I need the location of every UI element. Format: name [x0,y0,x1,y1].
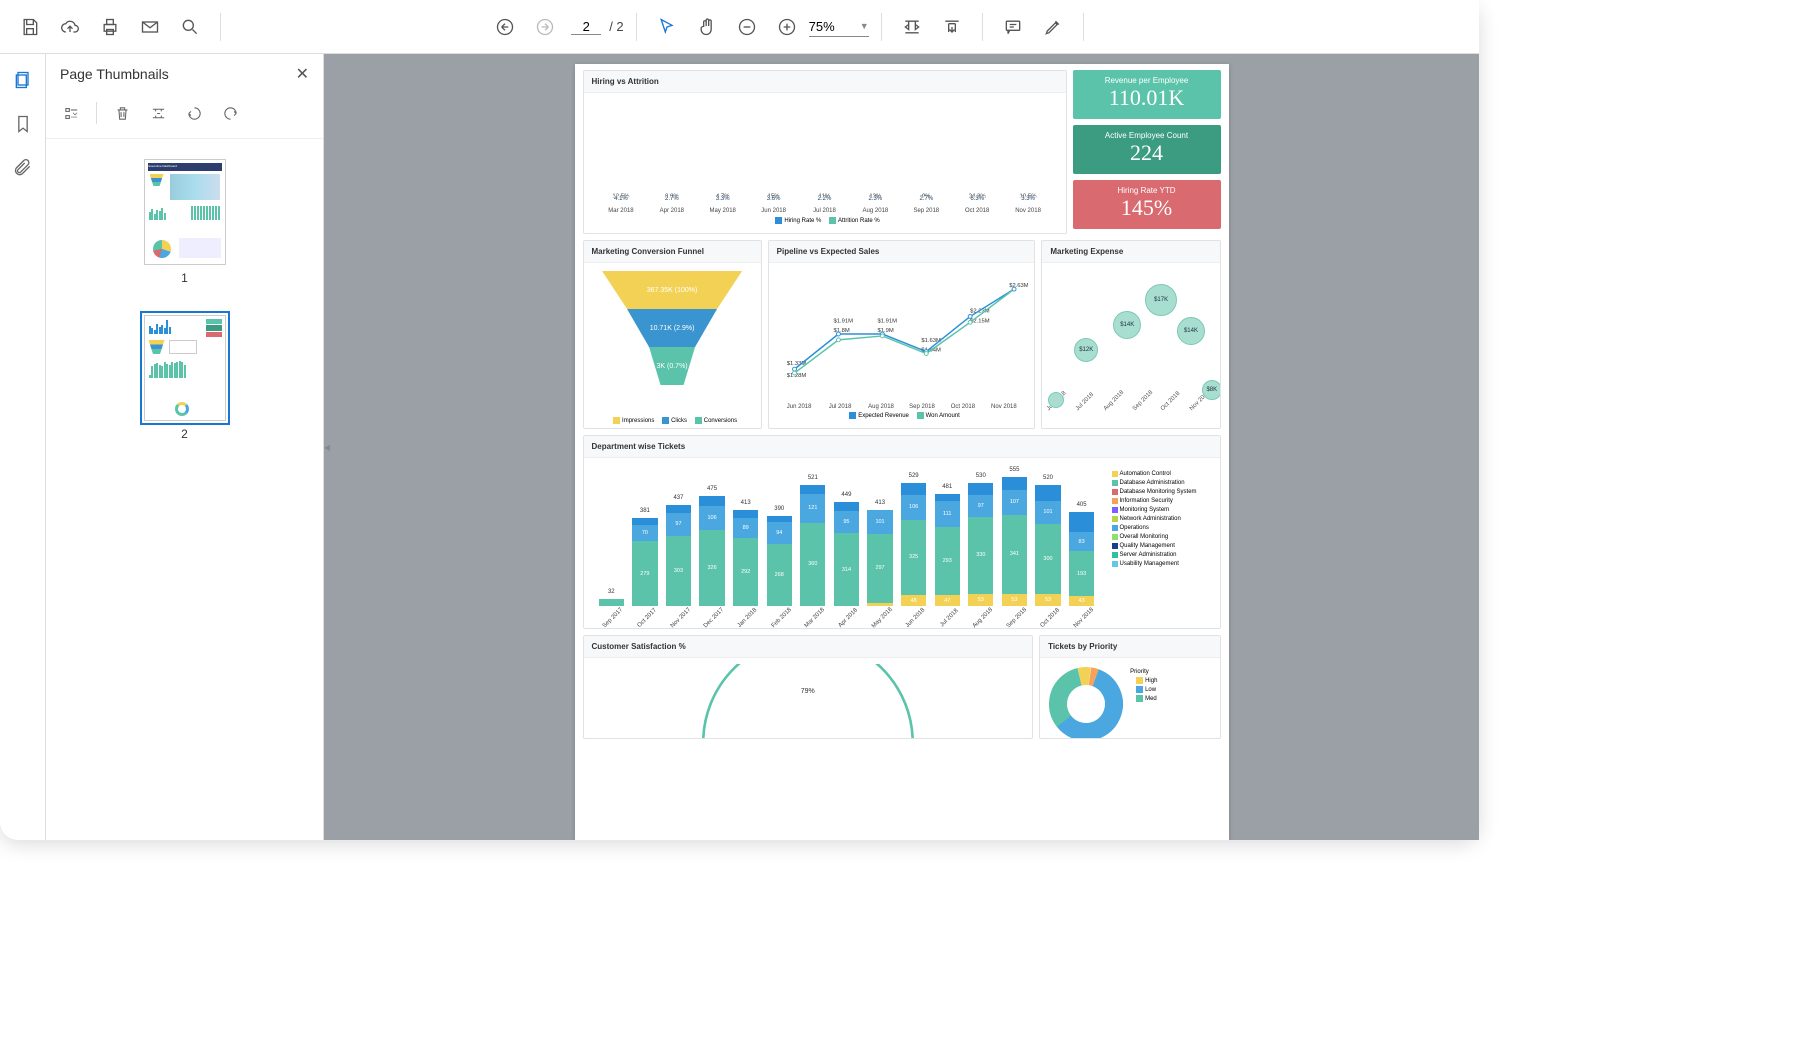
rotate-right-icon[interactable] [215,98,245,128]
divider [881,13,882,41]
document-viewport[interactable]: Hiring vs Attrition 12.5%4.1%Mar 20188.8… [324,54,1479,840]
divider [636,13,637,41]
fit-page-icon[interactable] [934,9,970,45]
zoom-in-icon[interactable] [769,9,805,45]
collapse-panel-icon[interactable] [323,427,331,467]
email-icon[interactable] [132,9,168,45]
search-icon[interactable] [172,9,208,45]
hand-tool-icon[interactable] [689,9,725,45]
kpi-card: Hiring Rate YTD145% [1073,180,1221,229]
widget-title: Tickets by Priority [1040,636,1219,658]
next-page-icon[interactable] [527,9,563,45]
svg-text:$1.91M: $1.91M [833,318,853,324]
side-tabs [0,54,46,840]
page-content: Hiring vs Attrition 12.5%4.1%Mar 20188.8… [575,64,1229,840]
divider [982,13,983,41]
print-icon[interactable] [92,9,128,45]
zoom-select[interactable]: 75%▼ [809,17,869,37]
zoom-out-icon[interactable] [729,9,765,45]
thumbnail-page-2[interactable]: 2 [144,315,226,441]
chart-legend: Hiring Rate % Attrition Rate % [590,214,1060,227]
tickets-priority-widget: Tickets by Priority Priority HighLowMed [1039,635,1220,739]
bookmarks-tab-icon[interactable] [5,106,41,142]
thumbnail-label: 1 [181,271,188,285]
thumbnail-panel-title: Page Thumbnails [60,66,169,82]
comment-icon[interactable] [995,9,1031,45]
marketing-funnel-widget: Marketing Conversion Funnel 367.35K (100… [583,240,762,429]
thumbnail-panel: Page Thumbnails ✕ Executive Dashboard [46,54,324,840]
marketing-expense-widget: Marketing Expense Jun 2018Jul 2018Aug 20… [1041,240,1220,429]
widget-title: Department wise Tickets [584,436,1220,458]
svg-text:$1.91M: $1.91M [877,318,897,324]
pointer-tool-icon[interactable] [649,9,685,45]
widget-title: Customer Satisfaction % [584,636,1033,658]
cloud-upload-icon[interactable] [52,9,88,45]
gauge-chart [677,664,939,738]
cs-value: 79% [801,688,815,695]
toolbar: / 2 75%▼ [0,0,1479,54]
chart-legend: Automation ControlDatabase Administratio… [1102,464,1214,622]
thumbnails-tab-icon[interactable] [5,62,41,98]
widget-title: Marketing Conversion Funnel [584,241,761,263]
prev-page-icon[interactable] [487,9,523,45]
donut-chart [1046,664,1126,739]
kpi-card: Revenue per Employee110.01K [1073,70,1221,119]
page-number-input[interactable] [571,19,601,35]
attachments-tab-icon[interactable] [5,150,41,186]
page-total-label: / 2 [609,19,623,34]
pipeline-chart: $2.63M $2.23M $2.15M $1.91M $1.8M $1.91M… [775,269,1029,399]
thumbnail-page-1[interactable]: Executive Dashboard 1 [144,159,226,285]
close-panel-icon[interactable]: ✕ [296,64,309,84]
kpi-card: Active Employee Count224 [1073,125,1221,174]
chart-legend: Impressions Clicks Conversions [584,413,761,428]
divider [1083,13,1084,41]
svg-text:$1.8M: $1.8M [833,328,849,334]
thumbnail-list: Executive Dashboard 1 [46,139,323,840]
chart-legend: Expected Revenue Won Amount [775,410,1029,421]
thumbnail-label: 2 [181,427,188,441]
hiring-vs-attrition-widget: Hiring vs Attrition 12.5%4.1%Mar 20188.8… [583,70,1067,234]
main-area: Page Thumbnails ✕ Executive Dashboard [0,54,1479,840]
divider [96,102,97,124]
chart-legend: Priority HighLowMed [1126,664,1161,708]
highlight-icon[interactable] [1035,9,1071,45]
organize-pages-icon[interactable] [143,98,173,128]
delete-page-icon[interactable] [107,98,137,128]
department-tickets-widget: Department wise Tickets 32Sep 2017279703… [583,435,1221,629]
widget-title: Pipeline vs Expected Sales [769,241,1035,263]
rotate-left-icon[interactable] [179,98,209,128]
thumb-options-icon[interactable] [56,98,86,128]
customer-satisfaction-widget: Customer Satisfaction % 79% [583,635,1034,739]
svg-text:$1.9M: $1.9M [877,328,893,334]
fit-width-icon[interactable] [894,9,930,45]
divider [220,13,221,41]
widget-title: Marketing Expense [1042,241,1219,263]
widget-title: Hiring vs Attrition [584,71,1066,93]
pipeline-widget: Pipeline vs Expected Sales $2.63M $2.23M… [768,240,1036,429]
save-icon[interactable] [12,9,48,45]
